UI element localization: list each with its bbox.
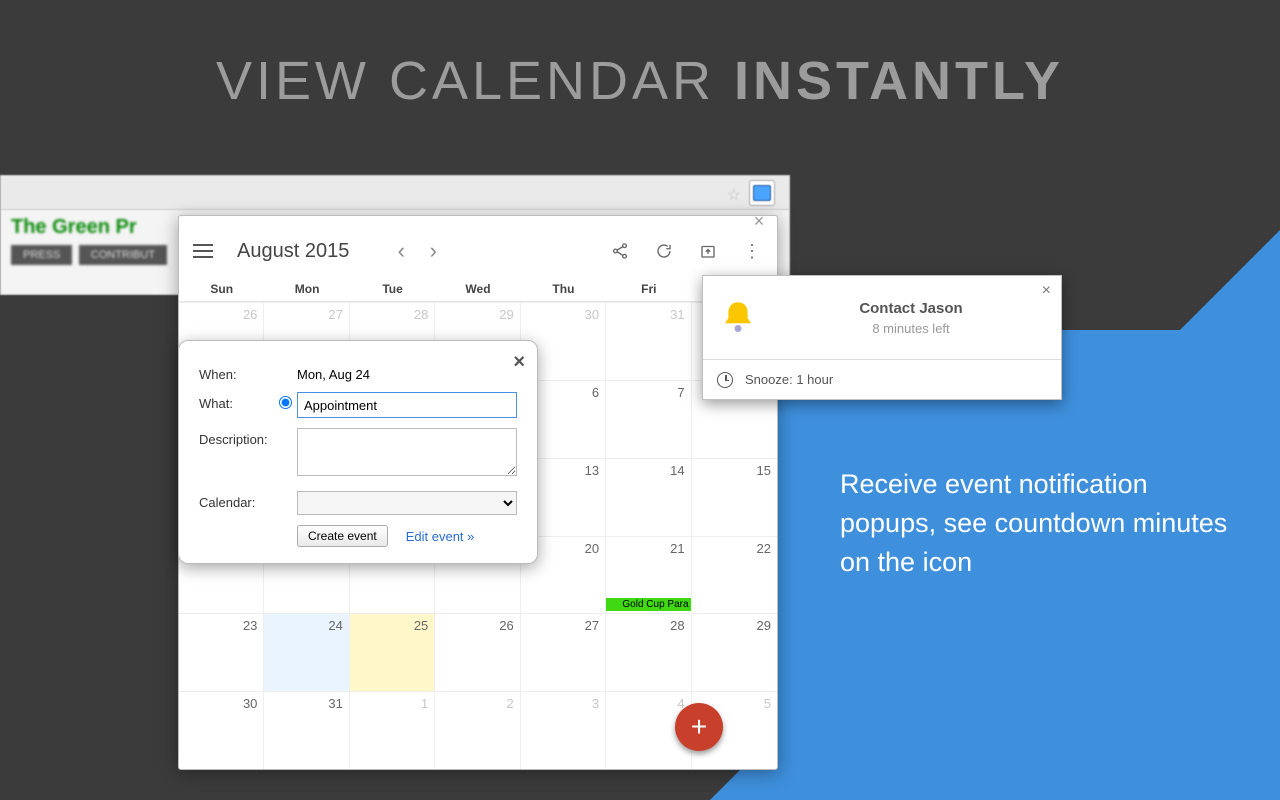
extension-icon[interactable] xyxy=(749,180,775,206)
calendar-event[interactable]: Gold Cup Para xyxy=(606,598,690,611)
notification-card: × Contact Jason 8 minutes left Snooze: 1… xyxy=(702,275,1062,400)
bookmark-star-icon[interactable]: ☆ xyxy=(727,185,741,205)
share-icon[interactable] xyxy=(607,238,633,264)
when-label: When: xyxy=(199,363,279,382)
promo-text: Receive event notification popups, see c… xyxy=(840,465,1240,582)
notification-subtitle: 8 minutes left xyxy=(775,321,1047,336)
what-input[interactable] xyxy=(297,392,517,418)
when-value: Mon, Aug 24 xyxy=(297,363,517,382)
dow-label: Tue xyxy=(350,276,435,302)
what-radio[interactable] xyxy=(279,396,292,409)
create-event-button[interactable]: Create event xyxy=(297,525,388,547)
day-cell[interactable]: 25 xyxy=(350,613,435,691)
dow-label: Wed xyxy=(435,276,520,302)
edit-event-link[interactable]: Edit event » xyxy=(406,529,475,544)
headline: VIEW CALENDAR INSTANTLY xyxy=(0,50,1280,112)
calendar-label: Calendar: xyxy=(199,491,279,510)
calendar-header: August 2015 ‹ › ⋮ xyxy=(179,226,777,276)
dow-row: SunMonTueWedThuFriSat xyxy=(179,276,777,302)
clock-icon xyxy=(717,372,733,388)
quick-add-popover: × When: Mon, Aug 24 What: Description: C… xyxy=(178,340,538,564)
bg-nav-contrib[interactable]: CONTRIBUT xyxy=(79,245,167,265)
snooze-row[interactable]: Snooze: 1 hour xyxy=(703,359,1061,399)
dow-label: Thu xyxy=(521,276,606,302)
day-cell[interactable]: 31 xyxy=(606,302,691,380)
dow-label: Sun xyxy=(179,276,264,302)
snooze-label: Snooze: 1 hour xyxy=(745,372,833,387)
close-icon[interactable]: × xyxy=(747,212,771,232)
close-icon[interactable]: × xyxy=(513,351,525,374)
dow-label: Fri xyxy=(606,276,691,302)
day-cell[interactable]: 30 xyxy=(179,691,264,769)
next-month-button[interactable]: › xyxy=(419,237,447,265)
day-cell[interactable]: 2 xyxy=(435,691,520,769)
bell-icon xyxy=(717,297,759,339)
day-cell[interactable]: 23 xyxy=(179,613,264,691)
headline-b: INSTANTLY xyxy=(734,51,1064,111)
menu-icon[interactable] xyxy=(193,244,213,258)
what-label: What: xyxy=(199,392,279,411)
open-external-icon[interactable] xyxy=(695,238,721,264)
day-cell[interactable]: 29 xyxy=(692,613,777,691)
day-cell[interactable]: 22 xyxy=(692,536,777,614)
bg-nav-press[interactable]: PRESS xyxy=(11,245,72,265)
description-input[interactable] xyxy=(297,428,517,476)
close-icon[interactable]: × xyxy=(1042,282,1051,300)
notification-title: Contact Jason xyxy=(775,300,1047,317)
day-cell[interactable]: 14 xyxy=(606,458,691,536)
day-cell[interactable]: 21Gold Cup Para xyxy=(606,536,691,614)
headline-a: VIEW CALENDAR xyxy=(216,51,734,111)
calendar-title: August 2015 xyxy=(237,240,349,263)
refresh-icon[interactable] xyxy=(651,238,677,264)
day-cell[interactable]: 3 xyxy=(521,691,606,769)
add-event-fab[interactable]: + xyxy=(675,703,723,751)
day-cell[interactable]: 24 xyxy=(264,613,349,691)
dow-label: Mon xyxy=(264,276,349,302)
calendar-select[interactable] xyxy=(297,491,517,515)
day-cell[interactable]: 15 xyxy=(692,458,777,536)
more-icon[interactable]: ⋮ xyxy=(739,238,765,264)
day-cell[interactable]: 1 xyxy=(350,691,435,769)
day-cell[interactable]: 27 xyxy=(521,613,606,691)
day-cell[interactable]: 28 xyxy=(606,613,691,691)
description-label: Description: xyxy=(199,428,279,447)
day-cell[interactable]: 26 xyxy=(435,613,520,691)
day-cell[interactable]: 7 xyxy=(606,380,691,458)
prev-month-button[interactable]: ‹ xyxy=(387,237,415,265)
day-cell[interactable]: 31 xyxy=(264,691,349,769)
